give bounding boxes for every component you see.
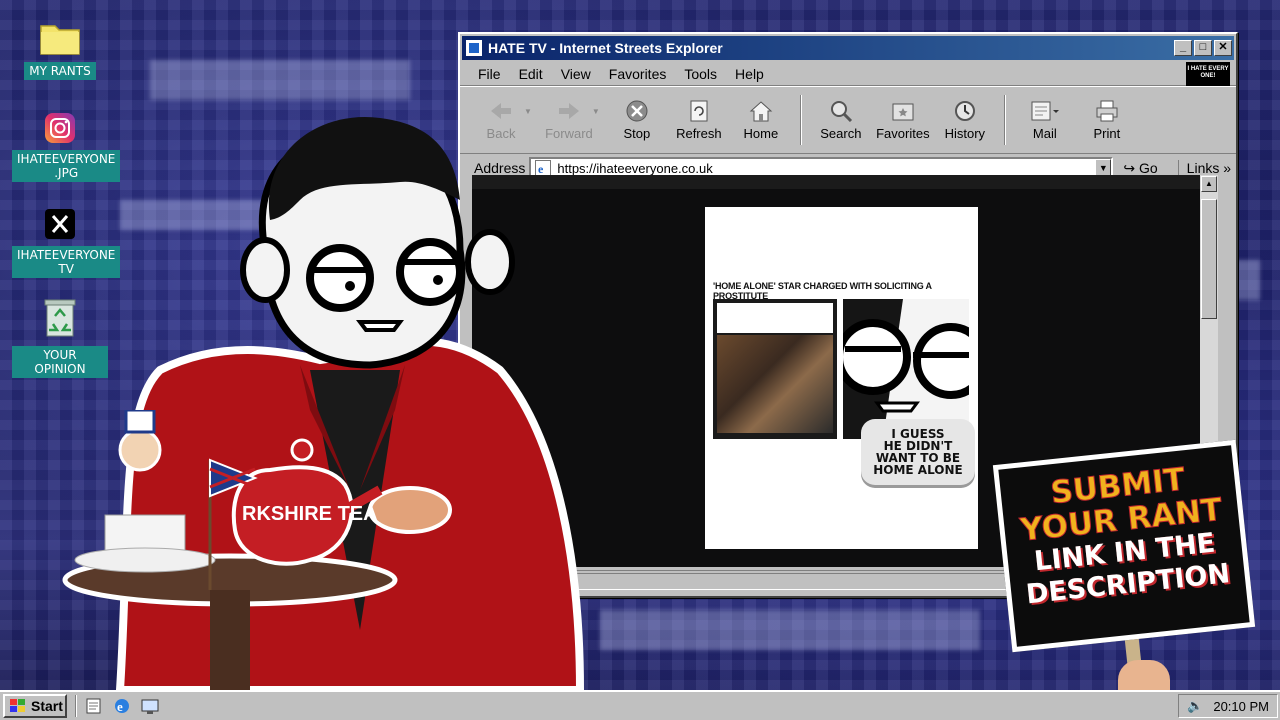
search-label: Search xyxy=(820,125,862,141)
wallpaper-shape xyxy=(150,60,410,100)
windows-logo-icon xyxy=(10,699,25,712)
system-tray: 🔈 20:10 PM xyxy=(1178,694,1278,718)
search-icon xyxy=(830,100,852,122)
teapot-brand-label: RKSHIRE TEA xyxy=(242,503,378,525)
refresh-button[interactable]: Refresh xyxy=(668,100,730,141)
toolbar-separator xyxy=(799,95,802,145)
movie-still-image xyxy=(717,335,833,433)
mail-icon xyxy=(1031,101,1059,120)
menu-edit[interactable]: Edit xyxy=(519,66,543,82)
stop-label: Stop xyxy=(623,125,651,141)
quicklaunch-desktop[interactable] xyxy=(139,695,161,717)
mail-button[interactable]: Mail xyxy=(1014,100,1076,141)
history-clock-icon xyxy=(954,100,975,121)
links-button[interactable]: Links » xyxy=(1177,160,1232,176)
internet-explorer-icon: e xyxy=(115,699,129,714)
print-button[interactable]: Print xyxy=(1076,100,1138,141)
go-label: Go xyxy=(1138,159,1158,176)
quicklaunch-notepad[interactable] xyxy=(83,695,105,717)
wallpaper-shape xyxy=(600,610,980,650)
print-label: Print xyxy=(1093,125,1121,141)
menu-file[interactable]: File xyxy=(478,66,501,82)
tweet-screenshot xyxy=(717,303,833,333)
chevron-right-icon: » xyxy=(1223,160,1232,176)
menu-favorites[interactable]: Favorites xyxy=(609,66,667,82)
stop-button[interactable]: Stop xyxy=(606,100,668,141)
show-desktop-icon xyxy=(141,699,159,714)
folder-icon xyxy=(40,25,80,55)
taskbar: Start e 🔈 20:10 PM xyxy=(0,690,1280,720)
quicklaunch-ie[interactable]: e xyxy=(111,695,133,717)
window-title: HATE TV - Internet Streets Explorer xyxy=(488,40,723,56)
links-label: Links xyxy=(1186,160,1220,176)
start-button[interactable]: Start xyxy=(3,694,67,718)
refresh-icon xyxy=(690,100,708,121)
news-photo xyxy=(713,299,837,439)
mail-label: Mail xyxy=(1032,125,1057,141)
start-label: Start xyxy=(31,698,63,714)
refresh-label: Refresh xyxy=(676,125,722,141)
scroll-thumb[interactable] xyxy=(1201,199,1217,319)
go-arrow-icon: ↪ xyxy=(1123,159,1139,176)
menu-help[interactable]: Help xyxy=(735,66,764,82)
close-button[interactable]: ✕ xyxy=(1214,40,1232,56)
favorites-label: Favorites xyxy=(876,125,930,141)
speech-bubble: I GUESS HE DIDN'T WANT TO BE HOME ALONE xyxy=(861,419,975,485)
printer-icon xyxy=(1096,100,1118,121)
search-button[interactable]: Search xyxy=(810,100,872,141)
tea-table-illustration: RKSHIRE TEA xyxy=(62,410,398,690)
svg-text:e: e xyxy=(117,699,123,714)
toolbar-separator xyxy=(1003,95,1006,145)
desktop-icon-label: MY RANTS xyxy=(24,62,96,80)
title-bar[interactable]: HATE TV - Internet Streets Explorer _ □ … xyxy=(462,36,1234,60)
favorites-button[interactable]: Favorites xyxy=(872,100,934,141)
app-icon xyxy=(466,40,482,56)
menu-bar: File Edit View Favorites Tools Help xyxy=(460,62,1236,86)
post-headline: 'HOME ALONE' STAR CHARGED WITH SOLICITIN… xyxy=(713,281,932,301)
home-button[interactable]: Home xyxy=(730,100,792,141)
comic-eyes-icon xyxy=(843,299,969,439)
menu-tools[interactable]: Tools xyxy=(684,66,717,82)
history-button[interactable]: History xyxy=(934,100,996,141)
home-label: Home xyxy=(743,125,779,141)
taskbar-separator xyxy=(75,695,77,717)
notepad-icon xyxy=(86,698,101,714)
home-icon xyxy=(749,100,773,121)
history-label: History xyxy=(944,125,986,141)
stop-icon xyxy=(626,100,648,121)
scroll-up-icon[interactable]: ▲ xyxy=(1201,176,1217,192)
minimize-button[interactable]: _ xyxy=(1174,40,1192,56)
menu-view[interactable]: View xyxy=(561,66,591,82)
post-image-card[interactable]: 'HOME ALONE' STAR CHARGED WITH SOLICITIN… xyxy=(705,207,978,549)
go-button[interactable]: ↪ Go xyxy=(1123,160,1157,177)
desktop-icon-my-rants[interactable]: MY RANTS xyxy=(12,20,108,80)
clock: 20:10 PM xyxy=(1213,698,1269,714)
comic-face-panel xyxy=(843,299,969,439)
speaker-icon[interactable]: 🔈 xyxy=(1187,698,1203,714)
submit-rant-sign: SUBMIT YOUR RANT LINK IN THE DESCRIPTION xyxy=(992,439,1256,653)
maximize-button[interactable]: □ xyxy=(1194,40,1212,56)
brand-logo: I HATE EVERY ONE! xyxy=(1186,62,1230,86)
favorites-folder-icon xyxy=(892,103,914,120)
